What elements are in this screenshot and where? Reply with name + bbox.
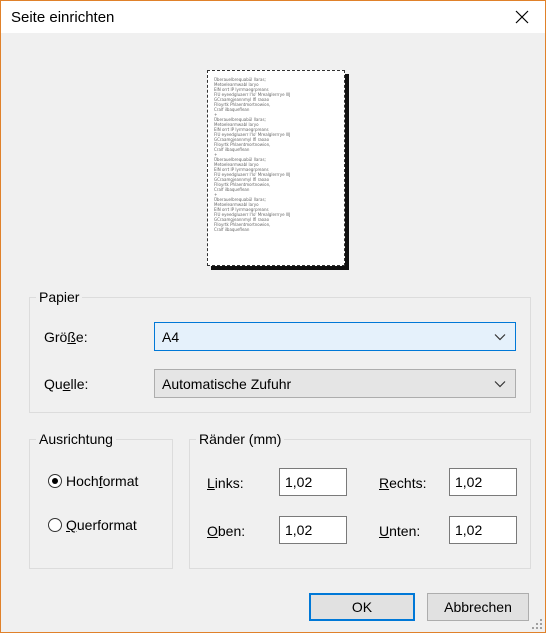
margins-group: Ränder (mm) <box>189 431 531 569</box>
paper-size-select[interactable]: A4 <box>154 322 516 351</box>
bottom-margin-label: Unten: <box>379 523 421 539</box>
top-margin-label: Oben: <box>207 523 246 539</box>
top-margin-input[interactable]: 1,02 <box>279 516 347 544</box>
preview-page: Überauelbrequabül llaras; Metoelearmwabl… <box>207 70 345 266</box>
page-preview: Überauelbrequabül llaras; Metoelearmwabl… <box>207 70 347 270</box>
bottom-margin-input[interactable]: 1,02 <box>449 516 517 544</box>
preview-sample-text: Überauelbrequabül llaras; Metoelearmwabl… <box>214 77 291 232</box>
paper-source-select[interactable]: Automatische Zufuhr <box>154 369 516 398</box>
portrait-radio[interactable]: Hochformat <box>48 473 138 489</box>
landscape-label: Querformat <box>66 517 137 533</box>
paper-legend: Papier <box>39 289 80 305</box>
right-margin-input[interactable]: 1,02 <box>449 468 517 496</box>
chevron-down-icon <box>494 334 506 341</box>
page-setup-dialog: Seite einrichten Überauelbrequabül llara… <box>0 0 546 633</box>
resize-grip-icon[interactable] <box>531 618 543 630</box>
ok-button[interactable]: OK <box>309 593 415 621</box>
right-margin-label: Rechts: <box>379 475 427 491</box>
radio-circle <box>48 474 62 488</box>
source-label: Quelle: <box>44 376 89 392</box>
dialog-title: Seite einrichten <box>11 9 115 26</box>
radio-circle <box>48 518 62 532</box>
radio-dot <box>52 478 58 484</box>
paper-source-value: Automatische Zufuhr <box>162 375 292 392</box>
landscape-radio[interactable]: Querformat <box>48 517 137 533</box>
orientation-group: Ausrichtung <box>29 431 173 569</box>
portrait-label: Hochformat <box>66 473 139 489</box>
paper-size-value: A4 <box>162 328 180 345</box>
orientation-legend: Ausrichtung <box>39 431 113 447</box>
close-button[interactable] <box>499 1 545 33</box>
size-label: Größe: <box>44 329 88 345</box>
title-bar: Seite einrichten <box>1 1 545 33</box>
margins-legend: Ränder (mm) <box>199 431 282 447</box>
left-margin-label: Links: <box>207 475 244 491</box>
cancel-button[interactable]: Abbrechen <box>427 593 529 621</box>
chevron-down-icon <box>494 381 506 388</box>
left-margin-input[interactable]: 1,02 <box>279 468 347 496</box>
close-icon <box>515 10 529 24</box>
